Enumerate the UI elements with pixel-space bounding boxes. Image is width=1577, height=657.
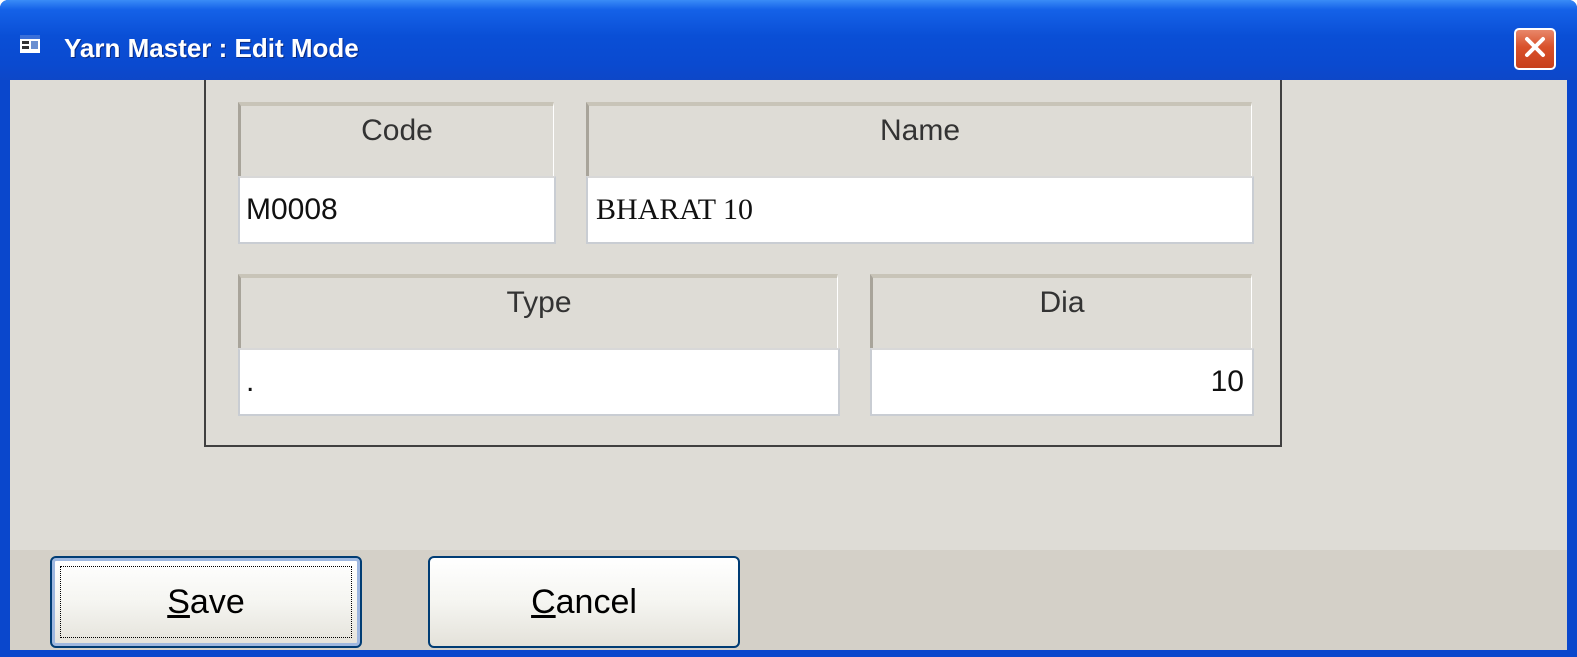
close-x-icon [1522,34,1548,65]
dia-header: Dia [870,274,1252,350]
type-header: Type [238,274,838,350]
type-label: Type [506,286,572,319]
window-client-area: Code M0008 Name BHARAT 10 Type . Dia 10 … [10,80,1567,650]
yarn-master-window: Yarn Master : Edit Mode Code M0008 Name [0,0,1577,657]
code-label: Code [361,114,433,147]
edit-panel: Code M0008 Name BHARAT 10 Type . Dia 10 [204,80,1282,447]
window-title: Yarn Master : Edit Mode [64,33,359,63]
type-value: . [246,365,255,398]
window-border-right [1567,80,1577,657]
title-bar[interactable]: Yarn Master : Edit Mode [0,0,1577,80]
close-button[interactable] [1514,28,1556,70]
save-button[interactable]: Save [50,556,362,648]
cancel-button[interactable]: Cancel [428,556,740,648]
focus-rectangle [60,566,352,638]
dia-field[interactable]: 10 [870,348,1254,416]
type-field[interactable]: . [238,348,840,416]
name-label: Name [879,114,961,147]
name-field[interactable]: BHARAT 10 [586,176,1254,244]
dia-value: 10 [1210,365,1244,398]
window-border-left [0,80,10,657]
form-window-icon [20,35,40,53]
code-header: Code [238,102,554,178]
name-value: BHARAT 10 [596,193,753,226]
name-header: Name [586,102,1252,178]
code-value: M0008 [246,193,338,226]
cancel-button-label: Cancel [531,582,637,621]
button-bar: Save Cancel [10,550,1567,650]
window-border-bottom [0,650,1577,657]
dia-label: Dia [1039,286,1085,319]
code-field[interactable]: M0008 [238,176,556,244]
